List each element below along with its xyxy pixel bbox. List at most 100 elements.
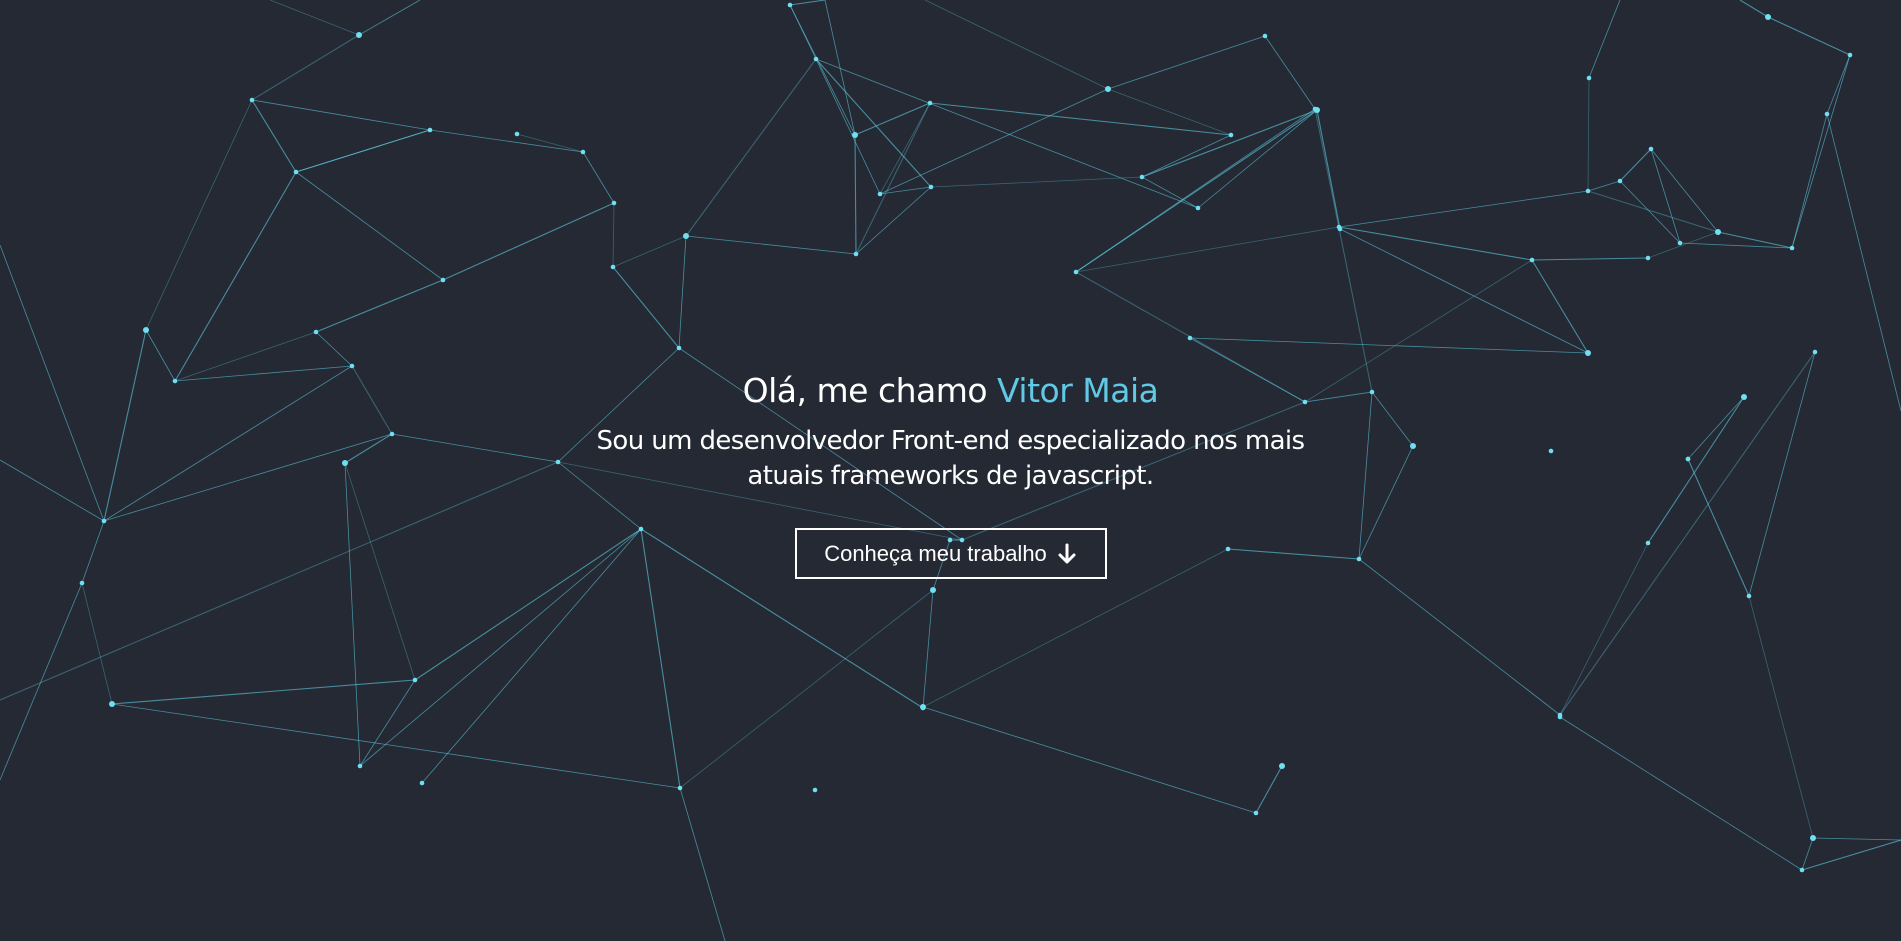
network-node bbox=[440, 277, 446, 283]
network-link bbox=[295, 129, 431, 173]
network-link bbox=[1791, 54, 1851, 249]
network-link bbox=[359, 679, 416, 767]
network-link bbox=[251, 34, 360, 101]
network-link bbox=[685, 58, 817, 237]
network-node bbox=[610, 264, 616, 270]
network-link bbox=[442, 202, 615, 281]
network-link bbox=[145, 99, 253, 331]
network-link bbox=[1619, 148, 1652, 182]
network-link bbox=[824, 0, 856, 136]
network-link bbox=[612, 235, 687, 268]
greeting-heading: Olá, me chamo Vitor Maia bbox=[0, 368, 1901, 414]
network-link bbox=[789, 0, 826, 6]
network-link bbox=[1650, 148, 1681, 244]
network-link bbox=[81, 582, 113, 705]
network-link bbox=[815, 58, 932, 188]
network-link bbox=[0, 582, 83, 781]
network-node bbox=[930, 587, 936, 593]
network-link bbox=[922, 706, 1257, 814]
arrow-down-icon bbox=[1057, 543, 1077, 565]
network-node bbox=[313, 329, 319, 335]
network-link bbox=[582, 151, 615, 204]
network-node bbox=[143, 327, 149, 333]
network-link bbox=[1255, 765, 1283, 814]
see-my-work-button[interactable]: Conheça meu trabalho bbox=[794, 528, 1107, 579]
network-node bbox=[1617, 178, 1623, 184]
network-node bbox=[356, 32, 362, 38]
network-link bbox=[111, 679, 416, 705]
network-link bbox=[1791, 113, 1828, 249]
network-node bbox=[1262, 33, 1268, 39]
network-node bbox=[1187, 335, 1193, 341]
network-node bbox=[787, 2, 793, 8]
network-link bbox=[1801, 839, 1901, 871]
network-node bbox=[1585, 350, 1591, 356]
network-link bbox=[1338, 226, 1533, 261]
network-link bbox=[1679, 242, 1793, 249]
network-link bbox=[1141, 134, 1232, 178]
network-link bbox=[879, 88, 1109, 195]
network-link bbox=[679, 787, 726, 941]
network-link bbox=[855, 186, 932, 255]
network-node bbox=[677, 785, 683, 791]
network-node bbox=[79, 580, 85, 586]
network-link bbox=[924, 0, 1109, 90]
network-link bbox=[174, 171, 297, 382]
network-node bbox=[1789, 245, 1795, 251]
network-node bbox=[877, 191, 883, 197]
network-link bbox=[1531, 257, 1649, 261]
network-node bbox=[1585, 188, 1591, 194]
network-node bbox=[853, 251, 859, 257]
network-node bbox=[1648, 146, 1654, 152]
network-node bbox=[1677, 240, 1683, 246]
network-link bbox=[1358, 558, 1561, 716]
network-node bbox=[580, 149, 586, 155]
network-link bbox=[269, 0, 360, 36]
network-node bbox=[1195, 205, 1201, 211]
network-link bbox=[815, 58, 881, 195]
network-link bbox=[1767, 16, 1851, 56]
network-link bbox=[1650, 148, 1719, 233]
network-node bbox=[1586, 75, 1592, 81]
intro-content: Olá, me chamo Vitor Maia Sou um desenvol… bbox=[0, 368, 1901, 579]
network-node bbox=[1337, 226, 1343, 232]
network-link bbox=[358, 0, 421, 36]
network-link bbox=[1717, 231, 1793, 249]
network-node bbox=[1715, 229, 1721, 235]
network-link bbox=[1314, 108, 1373, 393]
network-link bbox=[612, 202, 615, 268]
network-link bbox=[315, 331, 353, 367]
network-node bbox=[683, 233, 689, 239]
subtitle-line-2: atuais frameworks de javascript. bbox=[747, 461, 1154, 491]
network-link bbox=[315, 279, 444, 333]
network-link bbox=[1107, 35, 1266, 90]
network-link bbox=[295, 171, 444, 281]
network-link bbox=[929, 102, 1232, 136]
network-node bbox=[1073, 269, 1079, 275]
network-link bbox=[1316, 109, 1341, 230]
network-node bbox=[1645, 255, 1651, 261]
network-node bbox=[1139, 174, 1145, 180]
network-node bbox=[1824, 111, 1830, 117]
network-link bbox=[854, 102, 931, 136]
network-node bbox=[357, 763, 363, 769]
network-link bbox=[815, 58, 1199, 209]
hero-section: Olá, me chamo Vitor Maia Sou um desenvol… bbox=[0, 0, 1901, 941]
network-node bbox=[1812, 349, 1818, 355]
network-node bbox=[1312, 106, 1318, 112]
network-link bbox=[1588, 0, 1621, 79]
network-link bbox=[1826, 54, 1851, 115]
network-node bbox=[1228, 132, 1234, 138]
network-node bbox=[927, 100, 933, 106]
network-link bbox=[1587, 77, 1590, 192]
cta-label: Conheça meu trabalho bbox=[824, 540, 1047, 566]
network-node bbox=[109, 701, 115, 707]
network-node bbox=[1557, 714, 1563, 720]
network-link bbox=[922, 589, 934, 709]
network-link bbox=[429, 129, 584, 153]
network-link bbox=[1197, 109, 1318, 209]
network-node bbox=[611, 200, 617, 206]
network-node bbox=[1279, 763, 1285, 769]
network-link bbox=[1619, 180, 1681, 244]
network-link bbox=[612, 266, 680, 349]
